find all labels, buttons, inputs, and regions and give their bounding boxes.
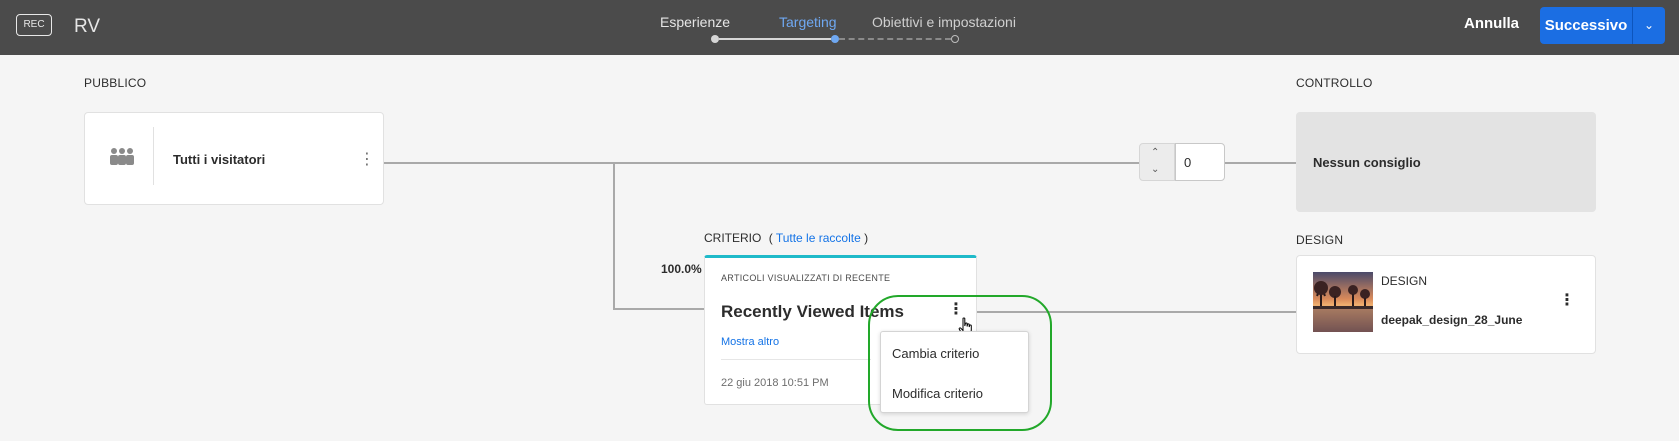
design-name: deepak_design_28_June	[1381, 313, 1523, 327]
traffic-percentage: 100.0%	[661, 262, 702, 276]
progress-line-future	[839, 38, 951, 40]
step-obiettivi[interactable]: Obiettivi e impostazioni	[872, 14, 1016, 30]
all-collections-link[interactable]: Tutte le raccolte	[776, 231, 861, 245]
design-card[interactable]: DESIGN deepak_design_28_June ⋮	[1296, 255, 1596, 354]
design-thumbnail	[1313, 272, 1373, 332]
allocation-input[interactable]	[1175, 143, 1225, 181]
audience-name: Tutti i visitatori	[173, 152, 266, 167]
connector-control	[1225, 162, 1296, 164]
control-card[interactable]: Nessun consiglio	[1296, 112, 1596, 212]
cancel-button[interactable]: Annulla	[1464, 15, 1519, 32]
design-section-label: DESIGN	[1296, 233, 1344, 247]
criteria-date: 22 giu 2018 10:51 PM	[721, 377, 829, 389]
criteria-divider	[721, 359, 871, 360]
step-dot-future	[951, 35, 959, 43]
connector-main	[384, 162, 1139, 164]
chevron-down-icon: ⌄	[1643, 18, 1655, 32]
allocation-stepper[interactable]: ⌃ ⌄	[1139, 143, 1175, 181]
next-dropdown-button[interactable]: ⌄	[1632, 7, 1665, 44]
next-button[interactable]: Successivo	[1540, 7, 1632, 44]
audience-divider	[153, 127, 154, 185]
rec-badge[interactable]: REC	[16, 14, 52, 36]
chevron-up-icon[interactable]: ⌃	[1151, 147, 1159, 158]
control-text: Nessun consiglio	[1313, 155, 1421, 170]
audience-card[interactable]: Tutti i visitatori ⋮	[84, 112, 384, 205]
top-bar: REC RV Esperienze Targeting Obiettivi e …	[0, 0, 1679, 55]
criteria-link-open: (	[768, 231, 773, 245]
criteria-section-label: CRITERIO	[704, 231, 762, 245]
activity-name[interactable]: RV	[74, 16, 100, 38]
annotation-highlight	[868, 295, 1052, 431]
connector-vertical	[613, 162, 615, 310]
step-dot-current	[831, 35, 839, 43]
step-esperienze[interactable]: Esperienze	[660, 14, 730, 30]
step-dot-done	[711, 35, 719, 43]
users-icon	[110, 148, 134, 165]
audience-more-icon[interactable]: ⋮	[359, 152, 375, 168]
audience-section-label: PUBBLICO	[84, 76, 147, 90]
design-label: DESIGN	[1381, 274, 1428, 288]
design-more-icon[interactable]: ⋮	[1559, 293, 1575, 309]
show-more-link[interactable]: Mostra altro	[721, 336, 779, 348]
control-section-label: CONTROLLO	[1296, 76, 1373, 90]
criteria-title: CRITERIO ( Tutte le raccolte )	[704, 231, 868, 245]
connector-criteria	[613, 308, 704, 310]
criteria-link-close: )	[864, 231, 869, 245]
progress-line-done	[719, 38, 831, 40]
chevron-down-icon[interactable]: ⌄	[1151, 164, 1159, 175]
step-targeting[interactable]: Targeting	[779, 14, 837, 30]
criteria-subtitle: ARTICOLI VISUALIZZATI DI RECENTE	[721, 273, 891, 283]
